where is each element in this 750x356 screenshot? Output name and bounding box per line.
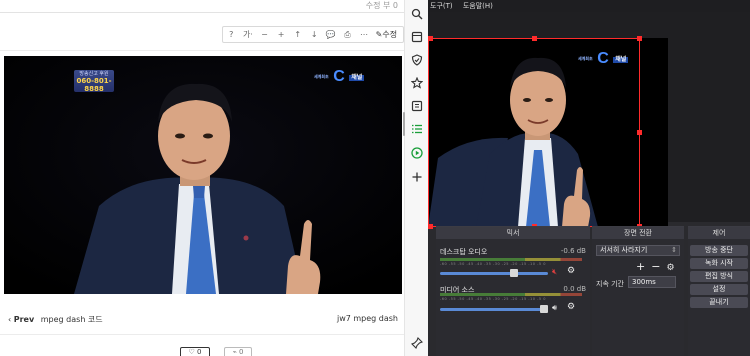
controls-title: 제어 [688, 227, 750, 239]
gear-icon[interactable]: ⚙ [666, 263, 674, 273]
divider [0, 12, 404, 13]
scroll-down-button[interactable]: ↓ [306, 27, 323, 42]
speaker-icon[interactable]: 🔊︎ [552, 303, 557, 313]
scene-logo-letter: C [597, 50, 609, 67]
mixer-track-media-source: 미디어 소스 0.0 dB -60 -55 -50 -45 -40 -35 -3… [440, 285, 586, 319]
audio-meter [440, 293, 582, 296]
scroll-up-button[interactable]: ↑ [289, 27, 306, 42]
scene-video-source[interactable]: 세계최초 C 채널 [428, 38, 668, 227]
screen: 수정 부 0 ? 가· − + ↑ ↓ 💬 ⎙ ⋯ ✎수정 방송신고 후원 06… [0, 0, 750, 356]
volume-slider[interactable] [440, 305, 548, 313]
prev-post-link[interactable]: ‹ Prev mpeg dash 코드 [8, 314, 103, 325]
sponsor-logo-caption: 방송신고 후원 [79, 71, 109, 77]
scene-logo-prefix: 세계최초 [578, 55, 593, 61]
transition-add-remove: + − ⚙ [636, 260, 681, 273]
star-icon[interactable] [407, 73, 427, 93]
page-scrollbar[interactable] [403, 112, 405, 136]
shield-icon[interactable] [407, 50, 427, 70]
collections-list-icon[interactable] [407, 119, 427, 139]
post-toolbar: ? 가· − + ↑ ↓ 💬 ⎙ ⋯ ✎수정 [222, 26, 404, 43]
track-db: -0.6 dB [560, 247, 586, 255]
blog-page: 수정 부 0 ? 가· − + ↑ ↓ 💬 ⎙ ⋯ ✎수정 방송신고 후원 06… [0, 0, 404, 356]
help-button[interactable]: ? [223, 27, 240, 42]
transition-select[interactable]: 서서히 사라지기 ⇕ [596, 245, 680, 256]
menu-tools[interactable]: 도구(T) [430, 2, 453, 10]
sponsor-logo: 방송신고 후원 060-801-8888 [74, 70, 114, 93]
transitions-title: 장면 전환 [592, 227, 684, 239]
controls-dock: 제어 방송 중단 녹화 시작 편집 방식 설정 끝내기 [688, 226, 750, 356]
search-icon[interactable] [407, 4, 427, 24]
studio-mode-button[interactable]: 편집 방식 [690, 271, 748, 282]
obs-window: 도구(T) 도움말(H) 세계최초 C 채널 믹서 데스크탑 오디오 -0.6 … [428, 0, 750, 356]
video-player[interactable]: 방송신고 후원 060-801-8888 세계최초 C 채널 [4, 56, 402, 294]
settings-button[interactable]: 설정 [690, 284, 748, 295]
minus-icon[interactable]: − [651, 260, 660, 273]
play-icon[interactable] [407, 143, 427, 163]
font-size-button[interactable]: 가· [240, 27, 257, 42]
gear-icon[interactable]: ⚙ [567, 266, 575, 276]
scene-channel-logo: 세계최초 C 채널 [578, 50, 629, 68]
add-icon[interactable] [407, 167, 427, 187]
transitions-dock: 장면 전환 서서히 사라지기 ⇕ + − ⚙ 지속 기간 300ms [592, 226, 684, 356]
exit-button[interactable]: 끝내기 [690, 297, 748, 308]
volume-knob[interactable] [510, 269, 518, 277]
duration-label: 지속 기간 [596, 280, 624, 288]
collection-icon[interactable] [407, 96, 427, 116]
gear-icon[interactable]: ⚙ [567, 302, 575, 312]
comment-button[interactable]: 💬 [323, 27, 340, 42]
more-button[interactable]: ⋯ [356, 27, 373, 42]
prev-label: Prev [13, 315, 35, 324]
volume-knob[interactable] [540, 305, 548, 313]
scene-frame [428, 38, 668, 227]
divider [0, 334, 404, 335]
edit-button[interactable]: ✎수정 [372, 27, 400, 42]
channel-logo-letter: C [333, 68, 345, 85]
transition-select-value: 서서히 사라지기 [600, 246, 648, 254]
channel-logo: 세계최초 C 채널 [314, 68, 365, 86]
read-count: 수정 부 0 [365, 1, 398, 10]
volume-slider[interactable] [440, 269, 548, 277]
add-icon[interactable]: + [636, 260, 645, 273]
resize-handle-bottom-left[interactable] [428, 224, 433, 229]
resize-handle-top-center[interactable] [532, 36, 537, 41]
divider [0, 50, 404, 51]
stop-streaming-button[interactable]: 방송 중단 [690, 245, 748, 256]
resize-handle-top-left[interactable] [428, 36, 433, 41]
track-db: 0.0 dB [563, 285, 586, 293]
zoom-in-button[interactable]: + [273, 27, 290, 42]
like-button[interactable]: ♡ 0 [180, 347, 210, 356]
print-button[interactable]: ⎙ [339, 27, 356, 42]
browser-sidebar [403, 0, 428, 356]
zoom-out-button[interactable]: − [256, 27, 273, 42]
chevron-updown-icon: ⇕ [671, 246, 677, 254]
resize-handle-top-right[interactable] [637, 36, 642, 41]
video-frame [4, 56, 402, 294]
obs-menubar: 도구(T) 도움말(H) [428, 0, 750, 12]
mixer-dock: 믹서 데스크탑 오디오 -0.6 dB -60 -55 -50 -45 -40 … [436, 226, 590, 356]
prev-arrow-icon: ‹ [8, 315, 12, 324]
menu-help[interactable]: 도움말(H) [463, 2, 493, 10]
prev-post-title: mpeg dash 코드 [40, 315, 103, 324]
muted-speaker-icon[interactable]: 🔇︎ [552, 267, 557, 277]
channel-logo-prefix: 세계최초 [314, 73, 329, 79]
share-button[interactable]: ⌁ 0 [224, 347, 252, 356]
meter-scale: -60 -55 -50 -45 -40 -35 -30 -25 -20 -15 … [440, 297, 546, 301]
mixer-title: 믹서 [436, 227, 590, 239]
start-recording-button[interactable]: 녹화 시작 [690, 258, 748, 269]
scene-logo-tag: 채널 [613, 57, 629, 64]
mixer-track-desktop-audio: 데스크탑 오디오 -0.6 dB -60 -55 -50 -45 -40 -35… [440, 247, 586, 281]
obs-preview[interactable]: 세계최초 C 채널 [428, 12, 750, 229]
duration-input[interactable]: 300ms [628, 276, 676, 288]
pin-icon[interactable] [407, 333, 427, 353]
track-name: 데스크탑 오디오 [440, 248, 488, 256]
meter-scale: -60 -55 -50 -45 -40 -35 -30 -25 -20 -15 … [440, 262, 546, 266]
resize-handle-mid-right[interactable] [637, 130, 642, 135]
next-post-link[interactable]: jw7 mpeg dash [337, 314, 398, 323]
audio-meter [440, 258, 582, 261]
sponsor-phone: 060-801-8888 [76, 77, 112, 93]
page-icon[interactable] [407, 27, 427, 47]
channel-logo-tag: 채널 [349, 75, 365, 82]
